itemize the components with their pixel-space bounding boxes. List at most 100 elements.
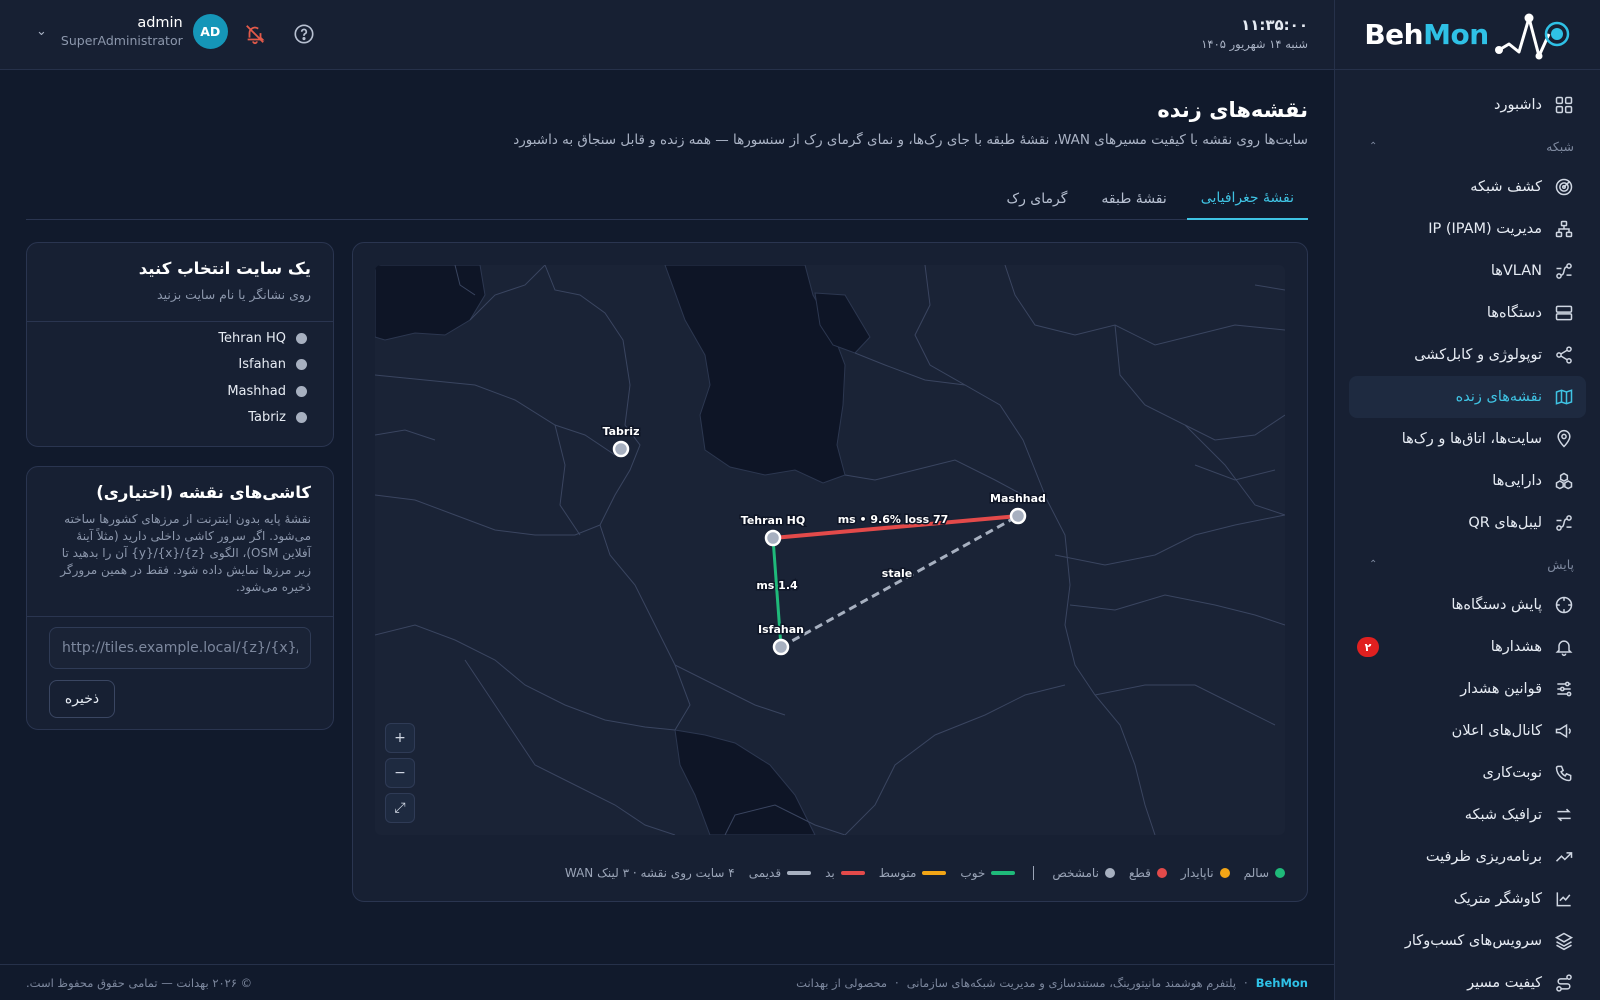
legend-unknown: نامشخص: [1052, 866, 1115, 880]
divider: [27, 616, 333, 617]
legend-bad: بد: [825, 866, 865, 880]
sidebar-item-label: کاوشگر متریک: [1453, 891, 1542, 907]
status-dot: [296, 412, 307, 424]
arrows-icon: [1557, 808, 1571, 822]
link-swatch: [922, 871, 947, 875]
status-dot: [1156, 868, 1167, 878]
sidebar-item-alerts[interactable]: هشدارها ۲: [1349, 626, 1586, 668]
sidebar-item-label: داشبورد: [1494, 97, 1542, 113]
site-item-tabriz[interactable]: Tabriz: [218, 405, 307, 432]
legend-label: متوسط: [878, 866, 917, 880]
sidebar-item-device-monitoring[interactable]: پایش دستگاه‌ها: [1349, 584, 1586, 626]
zoom-in-button[interactable]: +: [385, 723, 415, 753]
site-item-mashhad[interactable]: Mashhad: [218, 378, 307, 405]
legend-label: ناپایدار: [1180, 866, 1214, 880]
chevron-up-icon: ⌃: [1369, 140, 1378, 152]
sidebar-item-label: هشدارها: [1490, 639, 1542, 655]
tab-geo-map[interactable]: نقشهٔ جغرافیایی: [1186, 178, 1308, 220]
link-swatch: [840, 871, 865, 875]
sidebar-item-label: سایت‌ها، اتاق‌ها و رک‌ها: [1401, 431, 1542, 447]
sidebar-item-discovery[interactable]: کشف شبکه: [1349, 166, 1586, 208]
clock: ۱۱:۳۵:۰۰ شنبه ۱۴ شهریور ۱۴۰۵: [1201, 16, 1308, 51]
site-name: Isfahan: [238, 357, 286, 373]
sidebar-section-monitoring[interactable]: پایش ⌃: [1349, 544, 1586, 584]
sidebar-section-network[interactable]: شبکه ⌃: [1349, 126, 1586, 166]
mute-notifications-button[interactable]: [243, 22, 267, 46]
tab-floor-map[interactable]: نقشهٔ طبقه: [1087, 178, 1180, 220]
sidebar-item-metric-explorer[interactable]: کاوشگر متریک: [1349, 878, 1586, 920]
sidebar-item-label: کیفیت مسیر: [1467, 975, 1542, 991]
save-button[interactable]: ذخیره: [49, 680, 115, 718]
status-dot: [296, 332, 307, 344]
sidebar-item-capacity[interactable]: برنامه‌ریزی ظرفیت: [1349, 836, 1586, 878]
section-label: پایش: [1547, 556, 1574, 572]
sidebar-item-path-quality[interactable]: کیفیت مسیر: [1349, 962, 1586, 1000]
bell-icon: [1555, 640, 1573, 657]
sidebar-item-traffic[interactable]: ترافیک شبکه: [1349, 794, 1586, 836]
status-dot: [296, 359, 307, 371]
brand-text-part2: Mon: [1423, 18, 1489, 51]
sidebar-item-label: دستگاه‌ها: [1486, 305, 1542, 321]
sidebar-item-live-maps[interactable]: نقشه‌های زنده: [1349, 376, 1586, 418]
boxes-icon: [1555, 472, 1573, 490]
help-icon: [294, 24, 314, 44]
site-card-subtitle: روی نشانگر یا نام سایت بزنید: [157, 287, 311, 302]
link-label-tehran-mashhad: ms • 9.6% loss 77: [838, 513, 949, 526]
tab-rack-heat[interactable]: گرمای رک: [993, 178, 1082, 220]
brand-text-part1: Beh: [1364, 18, 1424, 51]
legend-good: خوب: [960, 866, 1016, 880]
footer-brand: BehMon: [1255, 976, 1308, 990]
map-legend: سالم ناپایدار قطع نامشخص خوب متوسط بد قد…: [375, 863, 1285, 883]
user-name: admin: [137, 15, 183, 31]
sidebar-item-label: کشف شبکه: [1470, 179, 1542, 195]
site-name: Tehran HQ: [218, 330, 286, 346]
sidebar-item-label: ترافیک شبکه: [1464, 807, 1542, 823]
site-label-tabriz: Tabriz: [603, 425, 640, 438]
site-card-title: یک سایت انتخاب کنید: [138, 259, 311, 278]
legend-healthy: سالم: [1244, 866, 1285, 880]
sidebar-item-vlans[interactable]: VLANها: [1349, 250, 1586, 292]
sidebar-item-devices[interactable]: دستگاه‌ها: [1349, 292, 1586, 334]
sidebar-item-business-services[interactable]: سرویس‌های کسب‌وکار: [1349, 920, 1586, 962]
sidebar-item-alert-rules[interactable]: قوانین هشدار: [1349, 668, 1586, 710]
sidebar-item-label: نوبت‌کاری: [1482, 765, 1542, 781]
sidebar-item-dashboard[interactable]: داشبورد: [1349, 84, 1586, 126]
footer-copyright: © ۲۰۲۶ بهدانت — تمامی حقوق محفوظ است.: [26, 976, 253, 990]
site-item-tehran-hq[interactable]: Tehran HQ: [218, 325, 307, 352]
tile-url-input[interactable]: [49, 627, 311, 669]
map-tabs: نقشهٔ جغرافیایی نقشهٔ طبقه گرمای رک: [26, 178, 1308, 220]
sidebar-item-topology[interactable]: توپولوژی و کابل‌کشی: [1349, 334, 1586, 376]
sidebar-item-sites[interactable]: سایت‌ها، اتاق‌ها و رک‌ها: [1349, 418, 1586, 460]
sidebar-item-qr-labels[interactable]: لیبل‌های QR: [1349, 502, 1586, 544]
zoom-out-button[interactable]: −: [385, 758, 415, 788]
site-list: Tehran HQ Isfahan Mashhad Tabriz: [218, 325, 307, 431]
tile-card-title: کاشی‌های نقشه (اختیاری): [96, 483, 311, 502]
brand-logo[interactable]: BehMon: [1335, 0, 1600, 70]
sidebar-item-label: سرویس‌های کسب‌وکار: [1404, 933, 1542, 949]
sidebar-item-label: برنامه‌ریزی ظرفیت: [1425, 849, 1542, 865]
help-button[interactable]: [292, 22, 316, 46]
user-menu[interactable]: ⌄ admin SuperAdministrator AD: [36, 14, 228, 49]
legend-label: نامشخص: [1052, 866, 1099, 880]
sidebar-item-on-call[interactable]: نوبت‌کاری: [1349, 752, 1586, 794]
sidebar-item-notification-channels[interactable]: کانال‌های اعلان: [1349, 710, 1586, 752]
map-canvas: ms • 9.6% loss 77 ms 1.4 stale Tabriz Te…: [375, 265, 1285, 835]
site-name: Mashhad: [227, 383, 286, 399]
site-item-isfahan[interactable]: Isfahan: [218, 352, 307, 379]
sidebar-item-ipam[interactable]: مدیریت IP (IPAM): [1349, 208, 1586, 250]
site-label-isfahan: Isfahan: [758, 623, 804, 636]
sidebar-item-assets[interactable]: دارایی‌ها: [1349, 460, 1586, 502]
server-icon: [1555, 305, 1573, 321]
radar-icon: [1555, 178, 1573, 196]
status-dot: [1219, 868, 1230, 878]
legend-down: قطع: [1129, 866, 1167, 880]
sliders-icon: [1557, 681, 1572, 697]
status-dot: [1275, 868, 1285, 878]
fullscreen-button[interactable]: ⤢: [385, 793, 415, 823]
sidebar: BehMon داشبورد شبکه ⌃ کشف شبکه مدیریت IP…: [1334, 0, 1600, 1000]
legend-summary: ۴ سایت روی نقشه · ۳ لینک WAN: [564, 866, 735, 880]
sidebar-item-label: کانال‌های اعلان: [1451, 723, 1542, 739]
bell-off-icon: [246, 25, 265, 45]
geo-map[interactable]: ms • 9.6% loss 77 ms 1.4 stale Tabriz Te…: [375, 265, 1285, 835]
logo-pulse-icon: [1494, 13, 1569, 59]
